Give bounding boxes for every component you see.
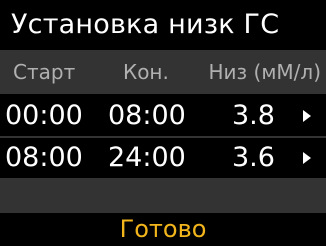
row-end-time: 24:00 (108, 142, 186, 173)
row-start-time: 08:00 (5, 142, 83, 173)
page-title: Установка низк ГС (11, 9, 280, 40)
table-row[interactable]: 00:00 08:00 3.8 (0, 96, 326, 136)
column-header-low: Низ (мМ/л) (208, 60, 322, 84)
chevron-right-icon[interactable] (303, 110, 311, 122)
table-header: Старт Кон. Низ (мМ/л) (0, 50, 326, 94)
column-header-start: Старт (13, 60, 76, 84)
row-start-time: 00:00 (5, 100, 83, 131)
row-end-time: 08:00 (108, 100, 186, 131)
pump-screen: Установка низк ГС Старт Кон. Низ (мМ/л) … (0, 0, 326, 246)
row-low-value: 3.6 (232, 142, 275, 173)
table-row[interactable]: 08:00 24:00 3.6 (0, 138, 326, 178)
done-button[interactable]: Готово (0, 213, 326, 246)
column-header-end: Кон. (123, 60, 169, 84)
empty-row (0, 180, 326, 213)
chevron-right-icon[interactable] (303, 152, 311, 164)
row-low-value: 3.8 (232, 100, 275, 131)
done-button-label: Готово (119, 215, 207, 243)
title-bar: Установка низк ГС (0, 0, 326, 50)
